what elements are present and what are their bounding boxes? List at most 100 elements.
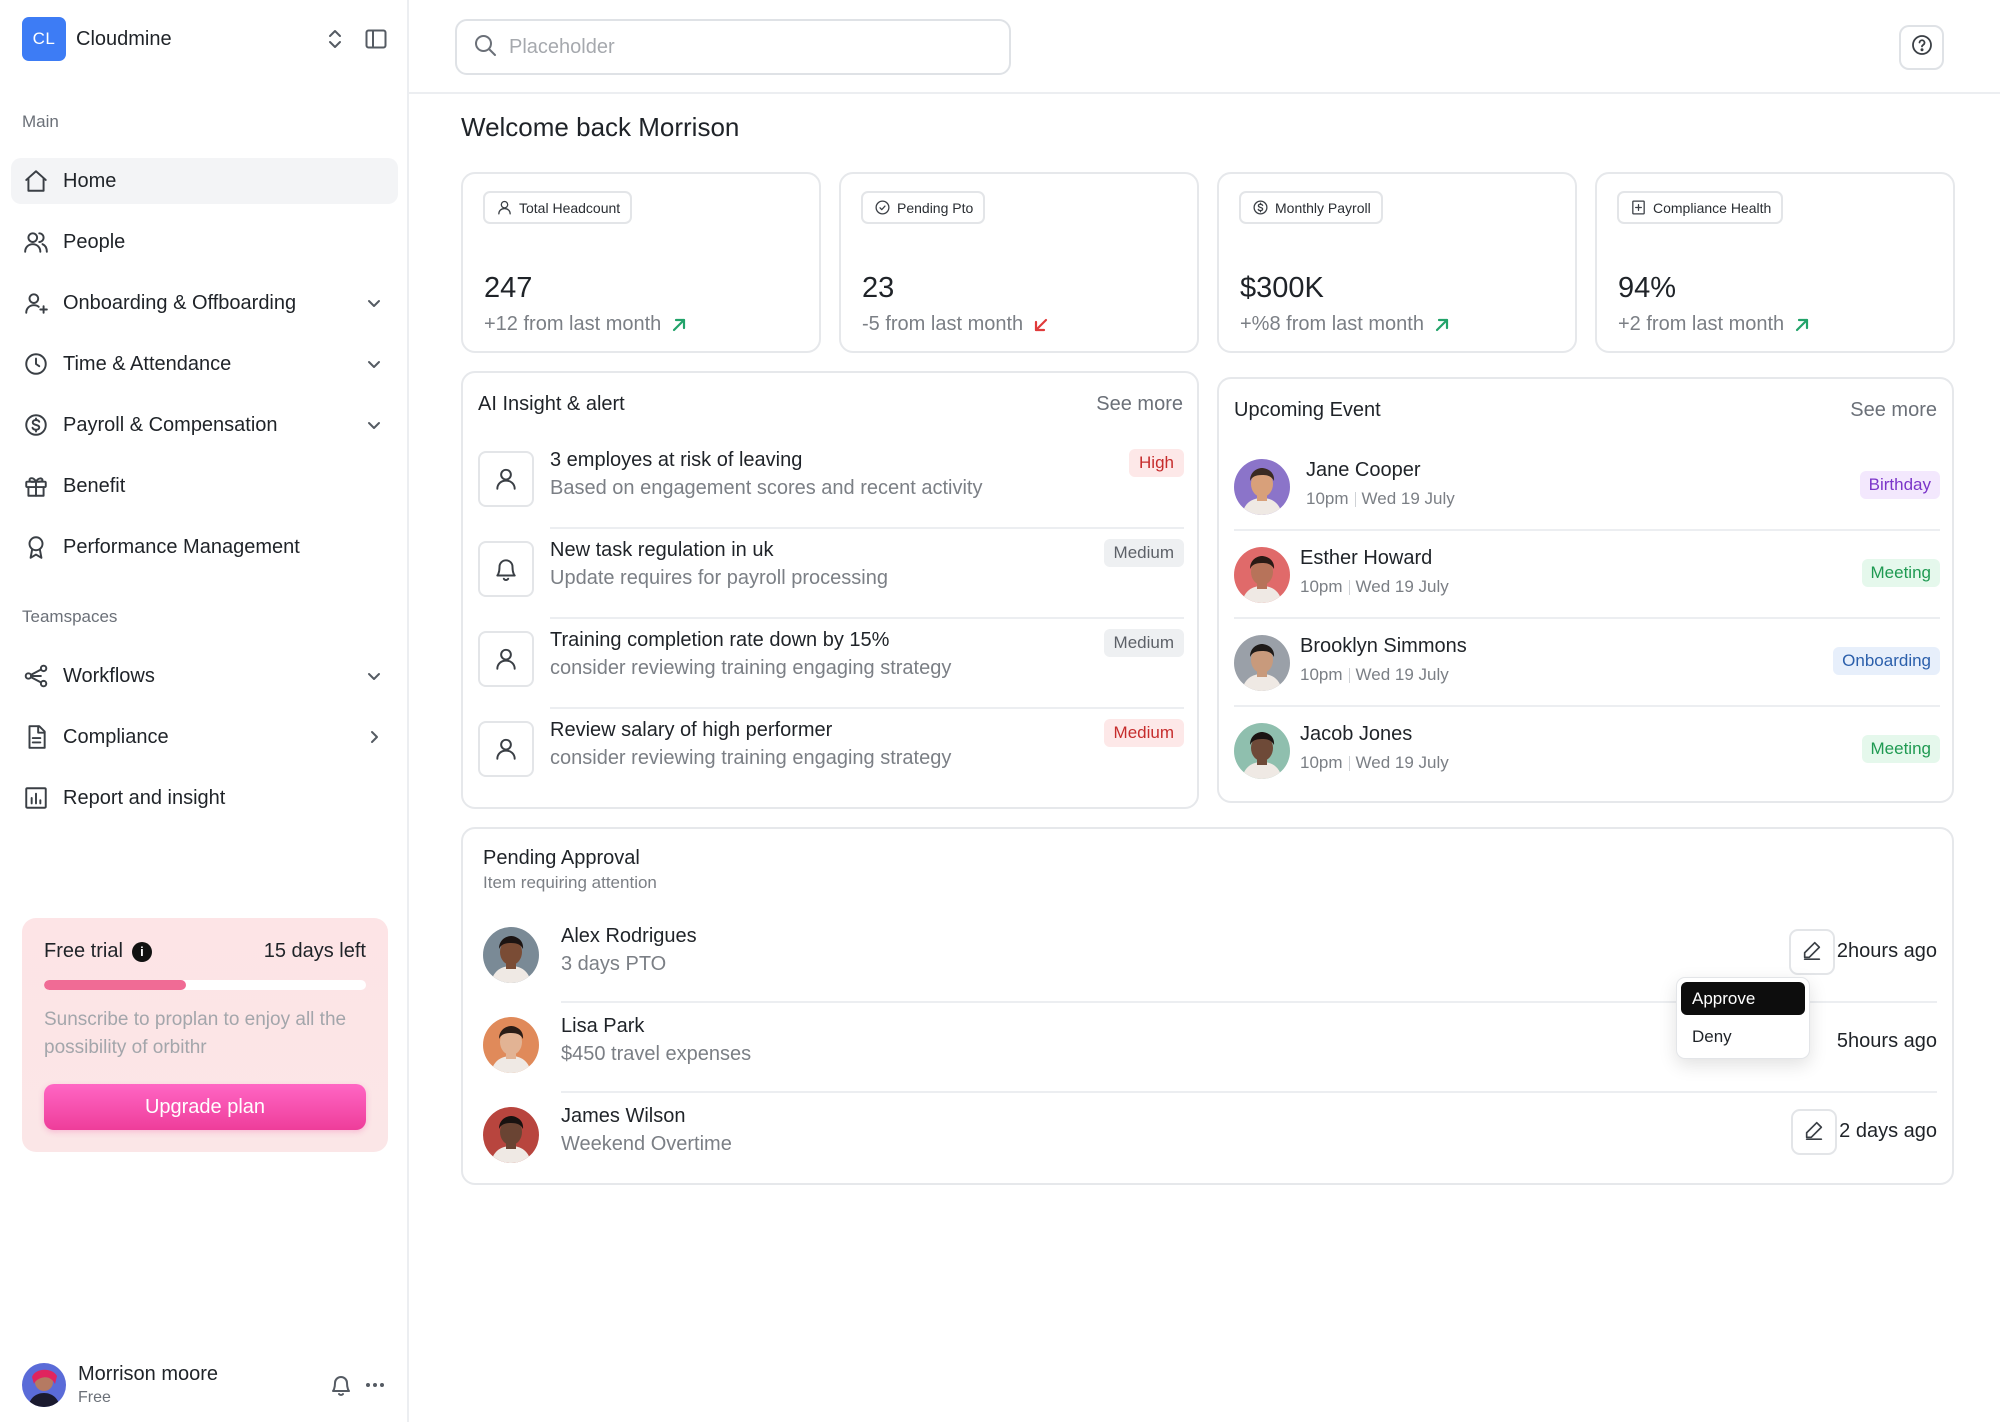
clock-check-icon (873, 199, 891, 217)
avatar (483, 1017, 539, 1073)
workspace-switcher[interactable]: CL Cloudmine (22, 17, 388, 61)
page-title: Welcome back Morrison (461, 112, 740, 142)
list-item[interactable]: Training completion rate down by 15% con… (478, 619, 1184, 709)
avatar (1234, 459, 1290, 515)
list-item[interactable]: Jacob Jones 10pm Wed 19 July Meeting (1234, 707, 1940, 795)
sidebar-item-compliance[interactable]: Compliance (11, 714, 398, 760)
stat-delta: +%8 from last month (1240, 313, 1451, 336)
dollar-circle-icon (23, 412, 49, 438)
sidebar-item-report-and-insight[interactable]: Report and insight (11, 775, 398, 821)
insight-title: Training completion rate down by 15% (550, 629, 890, 651)
sidebar-item-label: Home (63, 169, 117, 192)
info-icon[interactable]: i (131, 941, 152, 962)
search-input[interactable] (509, 35, 969, 59)
event-person-name: Jane Cooper (1306, 459, 1421, 481)
approval-detail: Weekend Overtime (561, 1133, 732, 1155)
edit-button[interactable] (1789, 929, 1835, 975)
sidebar-item-time-and-attendance[interactable]: Time & Attendance (11, 341, 398, 387)
trend-up-icon (670, 316, 688, 334)
event-date: Wed 19 July (1361, 489, 1455, 508)
event-type-badge: Meeting (1861, 735, 1940, 763)
bell-icon[interactable] (328, 1372, 354, 1398)
sidebar-item-workflows[interactable]: Workflows (11, 653, 398, 699)
separator (1348, 579, 1350, 595)
pencil-icon (1801, 939, 1823, 966)
separator (1354, 491, 1356, 507)
people-icon (23, 229, 49, 255)
chevron-up-down-icon[interactable] (324, 28, 346, 50)
section-label-teamspaces: Teamspaces (22, 607, 118, 626)
approve-menu-item[interactable]: Approve (1681, 982, 1805, 1015)
list-item[interactable]: New task regulation in uk Update require… (478, 529, 1184, 619)
section-label-main: Main (22, 112, 59, 131)
home-icon (23, 168, 49, 194)
list-item[interactable]: Review salary of high performer consider… (478, 709, 1184, 799)
sidebar-item-onboarding-and-offboarding[interactable]: Onboarding & Offboarding (11, 280, 398, 326)
chevron-down-icon (364, 415, 384, 435)
stat-value: 247 (484, 272, 533, 304)
document-icon (23, 724, 49, 750)
gift-icon (23, 473, 49, 499)
sidebar-item-label: People (63, 230, 126, 253)
chart-icon (23, 785, 49, 811)
sidebar-toggle-icon[interactable] (364, 27, 388, 51)
insight-title: Review salary of high performer (550, 719, 833, 741)
sidebar-item-performance-management[interactable]: Performance Management (11, 524, 398, 570)
avatar (1234, 635, 1290, 691)
stat-label-chip: Compliance Health (1617, 191, 1784, 224)
clock-icon (23, 351, 49, 377)
stat-delta: +12 from last month (484, 313, 688, 336)
deny-menu-item[interactable]: Deny (1681, 1020, 1805, 1053)
more-icon[interactable] (362, 1372, 388, 1398)
top-bar (409, 0, 2000, 94)
workflow-icon (23, 663, 49, 689)
user-name: Morrison moore (78, 1363, 219, 1385)
event-person-name: Brooklyn Simmons (1300, 635, 1467, 657)
user-icon (478, 631, 534, 687)
avatar (483, 1107, 539, 1163)
sidebar-item-benefit[interactable]: Benefit (11, 463, 398, 509)
stat-label-chip: Total Headcount (483, 191, 633, 224)
stat-delta: -5 from last month (862, 313, 1050, 336)
stat-label: Pending Pto (897, 199, 974, 216)
approval-time: 2hours ago (1836, 940, 1937, 962)
stat-card: Total Headcount 247 +12 from last month (461, 172, 821, 353)
avatar (1234, 547, 1290, 603)
sidebar-item-payroll-and-compensation[interactable]: Payroll & Compensation (11, 402, 398, 448)
approval-detail: 3 days PTO (561, 953, 667, 975)
user-profile[interactable]: Morrison moore Free (22, 1362, 388, 1408)
approval-detail: $450 travel expenses (561, 1043, 752, 1065)
teamspaces-nav: Workflows Compliance Report and insight (11, 653, 398, 836)
list-item[interactable]: Jane Cooper 10pm Wed 19 July Birthday (1234, 443, 1940, 531)
user-plan: Free (78, 1389, 111, 1406)
list-item[interactable]: Brooklyn Simmons 10pm Wed 19 July Onboar… (1234, 619, 1940, 707)
see-more-link[interactable]: See more (1850, 399, 1937, 422)
edit-button[interactable] (1791, 1109, 1837, 1155)
sidebar-item-home[interactable]: Home (11, 158, 398, 204)
trial-title: Free trial (44, 940, 123, 962)
sidebar-item-label: Report and insight (63, 786, 226, 809)
insight-subtitle: Based on engagement scores and recent ac… (550, 477, 983, 499)
event-meta: 10pm Wed 19 July (1300, 665, 1449, 685)
help-button[interactable] (1899, 25, 1944, 70)
approval-person-name: James Wilson (561, 1105, 686, 1127)
sidebar-item-people[interactable]: People (11, 219, 398, 265)
list-item[interactable]: Esther Howard 10pm Wed 19 July Meeting (1234, 531, 1940, 619)
stat-delta-text: -5 from last month (862, 313, 1024, 335)
trend-down-icon (1032, 316, 1050, 334)
sidebar-item-label: Onboarding & Offboarding (63, 291, 297, 314)
chevron-down-icon (364, 293, 384, 313)
table-row: James Wilson Weekend Overtime 2 days ago (483, 1093, 1937, 1183)
chevron-down-icon (364, 354, 384, 374)
panel-title: Upcoming Event (1234, 399, 1381, 421)
see-more-link[interactable]: See more (1096, 393, 1183, 416)
event-type-badge: Meeting (1861, 559, 1940, 587)
search-box[interactable] (455, 19, 1011, 75)
upgrade-plan-button[interactable]: Upgrade plan (44, 1084, 366, 1130)
trial-progress-fill (44, 980, 186, 990)
insight-subtitle: Update requires for payroll processing (550, 567, 888, 589)
event-date: Wed 19 July (1355, 753, 1449, 772)
list-item[interactable]: 3 employes at risk of leaving Based on e… (478, 439, 1184, 529)
avatar (483, 927, 539, 983)
user-icon (495, 199, 513, 217)
